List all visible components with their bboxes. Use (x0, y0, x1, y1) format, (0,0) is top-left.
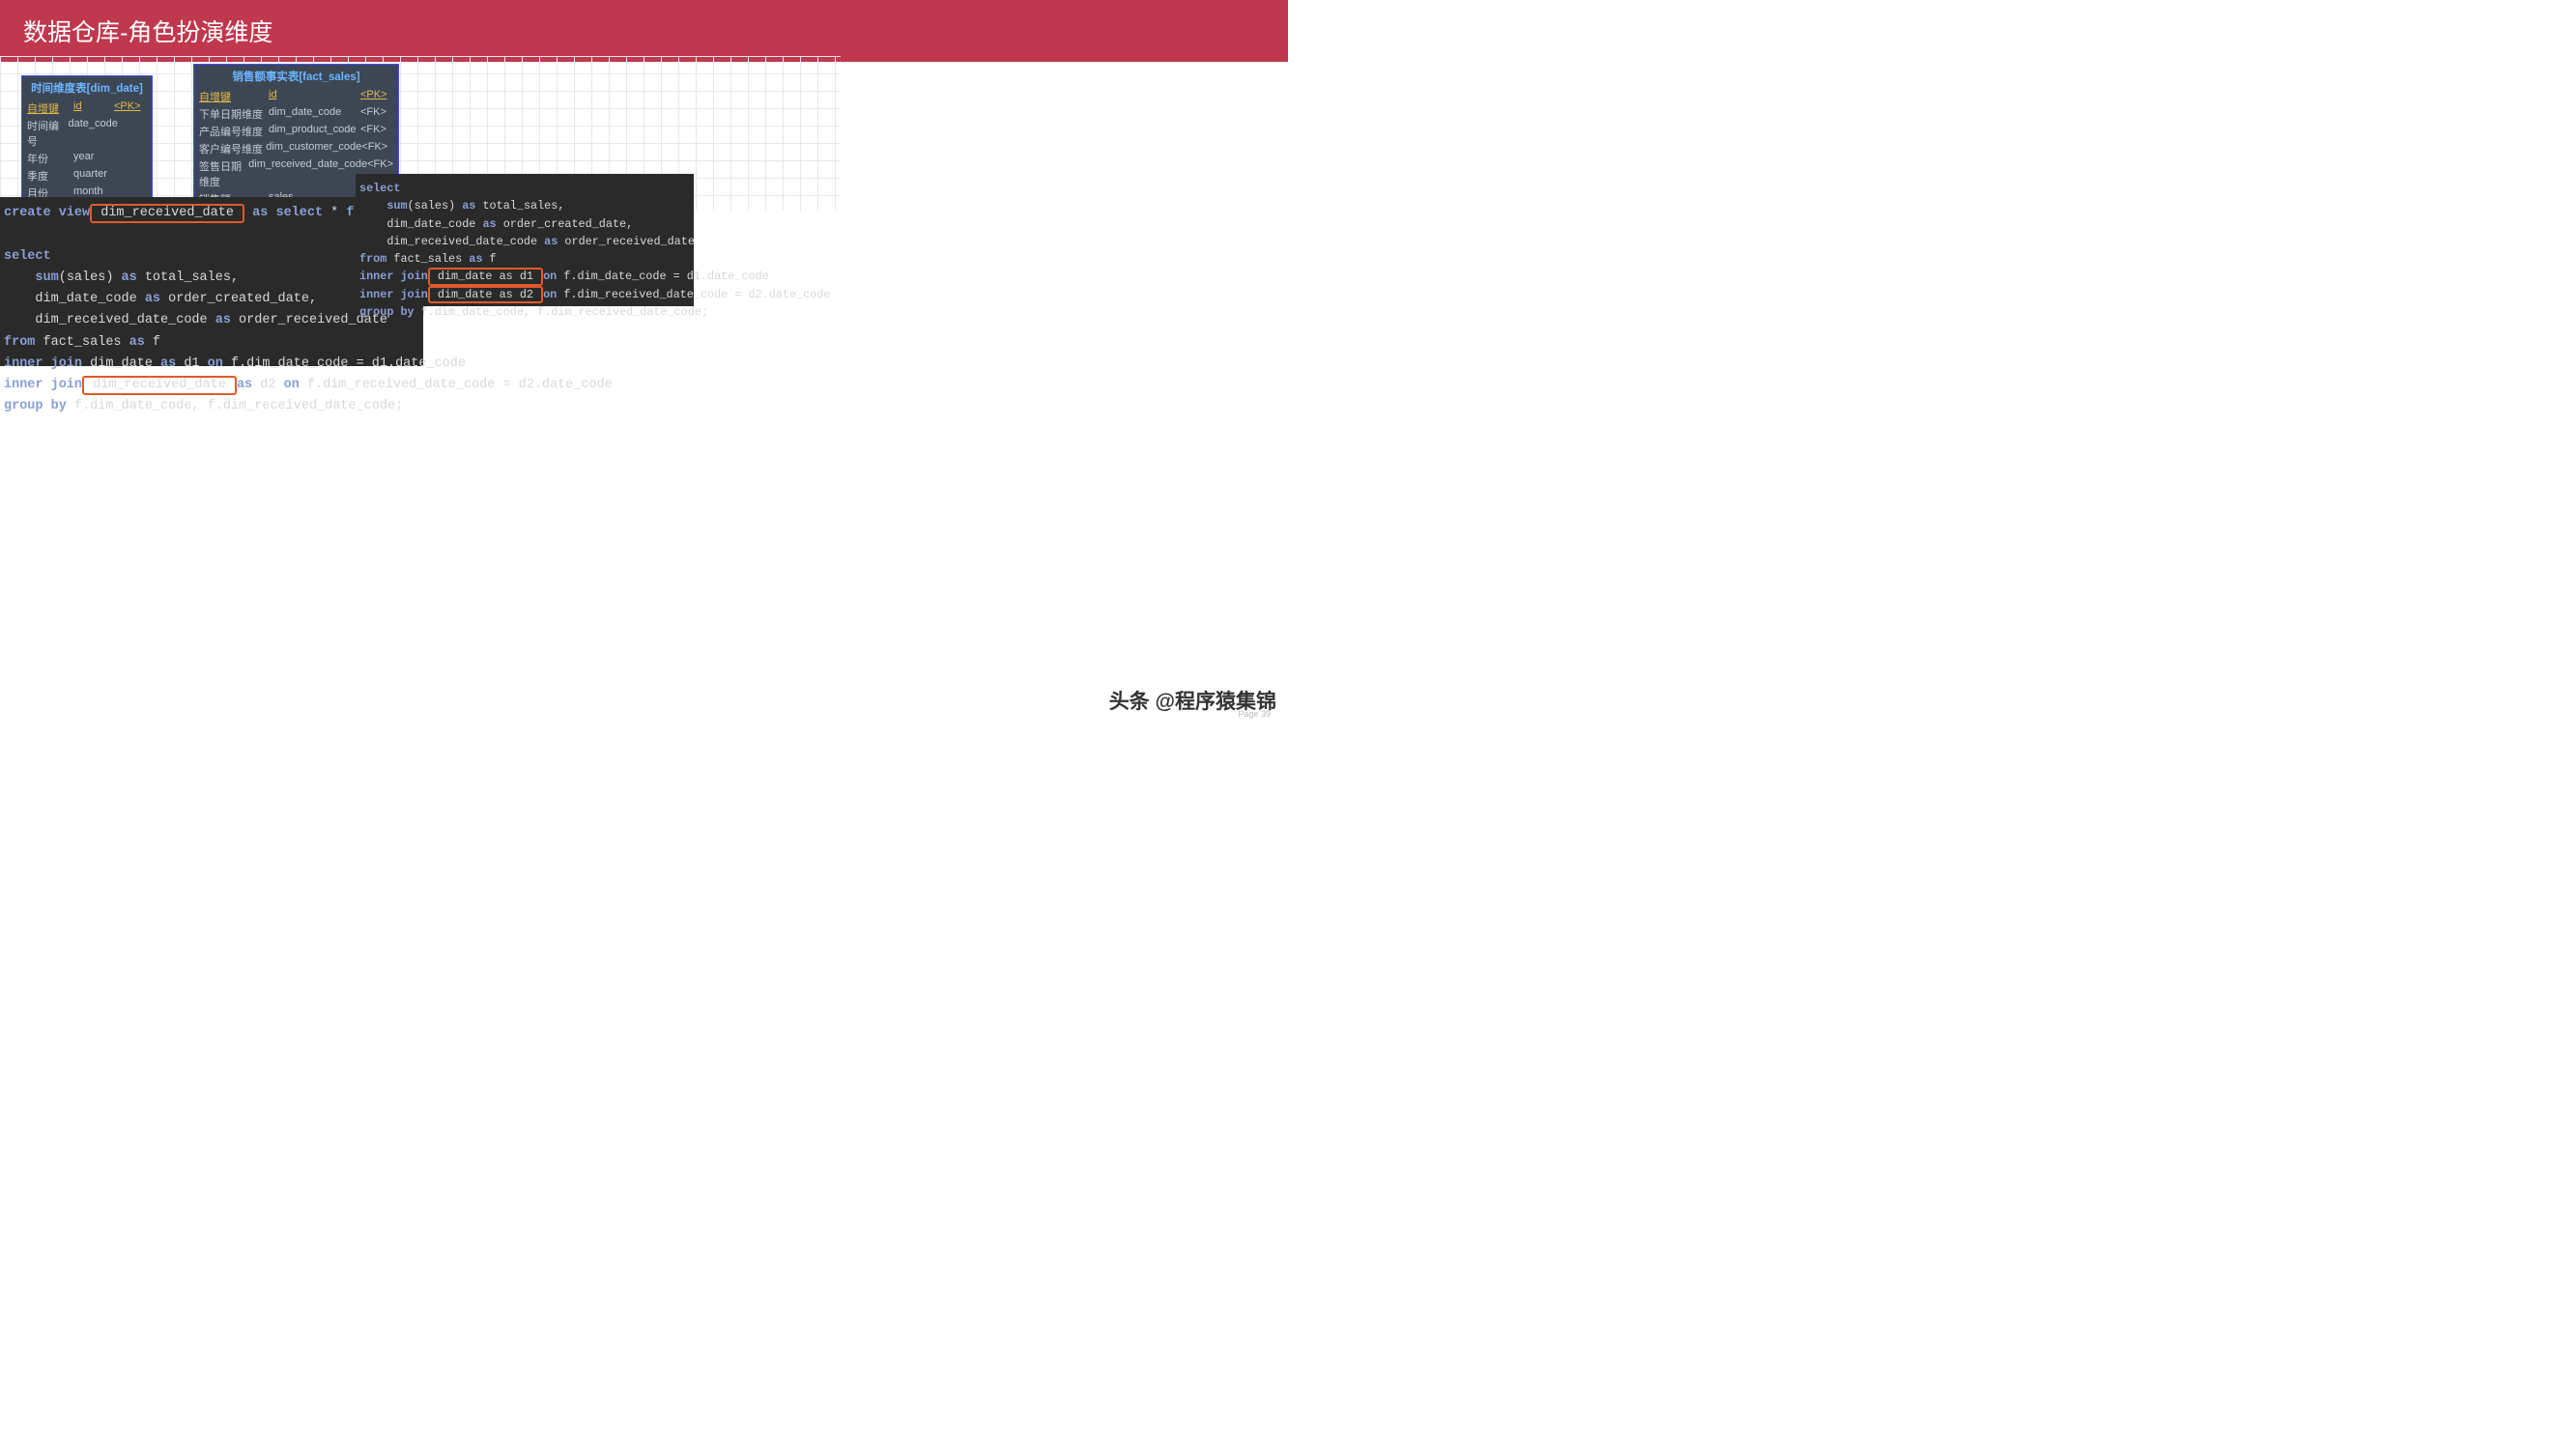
page-number: Page 39 (1238, 709, 1271, 719)
sql-code-right: select sum(sales) as total_sales, dim_da… (356, 174, 694, 306)
table-row: 下单日期维度dim_date_code<FK> (194, 105, 398, 123)
dim-date-table: 时间维度表[dim_date] 自增键id<PK>时间编号date_code年份… (21, 75, 153, 203)
table-row: 自增键id<PK> (22, 99, 152, 117)
slide-header: 数据仓库-角色扮演维度 (0, 0, 1288, 62)
dim-rows: 自增键id<PK>时间编号date_code年份year季度quarter月份m… (22, 99, 152, 202)
table-row: 年份year (22, 150, 152, 167)
table-row: 自增键id<PK> (194, 88, 398, 105)
table-row: 产品编号维度dim_product_code<FK> (194, 123, 398, 140)
slide-title: 数据仓库-角色扮演维度 (23, 19, 272, 46)
table-row: 客户编号维度dim_customer_code<FK> (194, 140, 398, 157)
fact-table-title: 销售额事实表[fact_sales] (194, 65, 398, 88)
dim-table-title: 时间维度表[dim_date] (22, 76, 152, 99)
table-row: 季度quarter (22, 167, 152, 185)
table-row: 时间编号date_code (22, 117, 152, 150)
